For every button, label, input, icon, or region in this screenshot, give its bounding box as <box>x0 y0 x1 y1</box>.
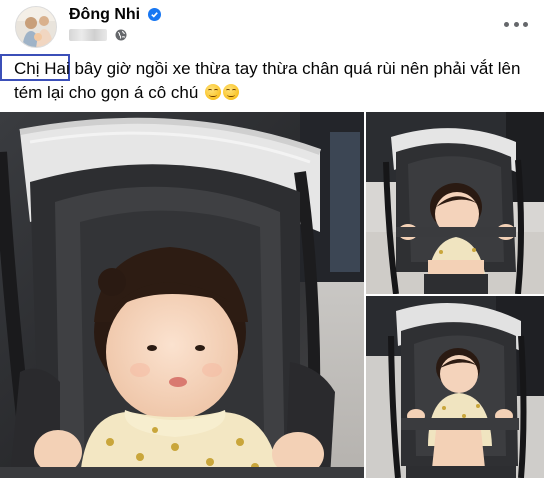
baby-stroller-photo-bottom-right[interactable] <box>366 296 544 478</box>
post-text-body: bây giờ ngồi xe thừa tay thừa chân quá r… <box>14 59 521 102</box>
author-name[interactable]: Đông Nhi <box>69 5 140 25</box>
smiling-face-emoji <box>223 84 240 100</box>
timestamp-blurred <box>69 29 107 41</box>
globe-icon <box>115 29 127 41</box>
post-text-highlighted: Chị Hai <box>14 59 70 78</box>
avatar[interactable] <box>15 6 57 48</box>
more-options-button[interactable] <box>504 14 528 34</box>
photo-grid <box>0 112 544 478</box>
more-options-icon <box>504 21 509 27</box>
verified-badge-icon <box>148 8 161 21</box>
smiling-face-emoji <box>205 84 222 100</box>
post-text: Chị Hai bây giờ ngồi xe thừa tay thừa ch… <box>14 57 529 105</box>
post-header: Đông Nhi <box>0 0 544 50</box>
baby-stroller-photo-top-right[interactable] <box>366 112 544 294</box>
baby-stroller-photo-main[interactable] <box>0 112 364 478</box>
post-meta <box>69 28 127 42</box>
